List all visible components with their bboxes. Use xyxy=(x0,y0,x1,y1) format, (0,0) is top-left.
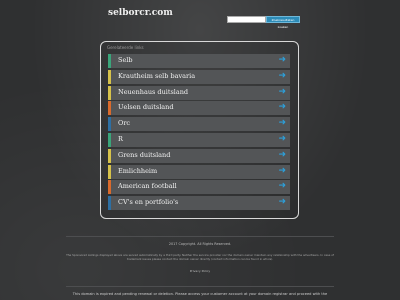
related-link-label: Uelsen duitsland xyxy=(118,103,174,112)
expired-domain-notice: This domain is expired and pending renew… xyxy=(72,292,328,296)
related-link-label: Krautheim selb bavaria xyxy=(118,71,196,80)
related-link[interactable]: Uelsen duitsland ➜ xyxy=(108,101,290,116)
top-bar: selborcr.com Zoekresultaten zoeken xyxy=(0,0,400,29)
related-links-label: Gerelateerde links xyxy=(107,45,144,50)
related-link-label: CV's en portfolio's xyxy=(118,198,179,207)
related-link-label: Selb xyxy=(118,56,133,64)
site-logo[interactable]: selborcr.com xyxy=(108,8,173,18)
related-link[interactable]: Grens duitsland ➜ xyxy=(108,148,290,163)
related-link-label: Grens duitsland xyxy=(118,150,171,159)
footer-divider xyxy=(66,236,334,237)
search-input[interactable] xyxy=(227,16,266,23)
related-link[interactable]: Selb ➜ xyxy=(108,54,290,68)
related-link[interactable]: Orc ➜ xyxy=(108,117,290,132)
related-link[interactable]: American football ➜ xyxy=(108,180,290,195)
arrow-right-icon: ➜ xyxy=(278,102,286,113)
arrow-right-icon: ➜ xyxy=(278,133,286,144)
related-link[interactable]: Krautheim selb bavaria ➜ xyxy=(108,69,290,84)
related-link-label: Neuenhaus duitsland xyxy=(118,87,189,96)
related-links-list: Selb ➜ Krautheim selb bavaria ➜ Neuenhau… xyxy=(108,54,290,212)
arrow-right-icon: ➜ xyxy=(278,86,286,97)
arrow-right-icon: ➜ xyxy=(278,181,286,192)
related-link[interactable]: R ➜ xyxy=(108,132,290,147)
arrow-right-icon: ➜ xyxy=(278,197,286,208)
related-link[interactable]: Emlichheim ➜ xyxy=(108,164,290,179)
related-link[interactable]: Neuenhaus duitsland ➜ xyxy=(108,85,290,100)
disclaimer-text: The Sponsored Listings displayed above a… xyxy=(66,253,334,261)
arrow-right-icon: ➜ xyxy=(278,118,286,129)
related-link-label: Emlichheim xyxy=(118,166,158,175)
related-links-panel: Gerelateerde links Selb ➜ Krautheim selb… xyxy=(100,41,299,219)
arrow-right-icon: ➜ xyxy=(278,149,286,160)
arrow-right-icon: ➜ xyxy=(278,55,286,65)
related-link[interactable]: CV's en portfolio's ➜ xyxy=(108,196,290,211)
arrow-right-icon: ➜ xyxy=(278,165,286,176)
search-button[interactable]: Zoekresultaten zoeken xyxy=(266,16,300,29)
privacy-policy-link[interactable]: Privacy Policy xyxy=(0,269,400,273)
copyright-text: 2017 Copyright. All Rights Reserved. xyxy=(168,242,232,246)
footer-divider xyxy=(66,286,334,287)
related-link-label: R xyxy=(118,134,123,143)
related-link-label: Orc xyxy=(118,119,131,128)
arrow-right-icon: ➜ xyxy=(278,70,286,81)
related-link-label: American football xyxy=(118,182,177,191)
